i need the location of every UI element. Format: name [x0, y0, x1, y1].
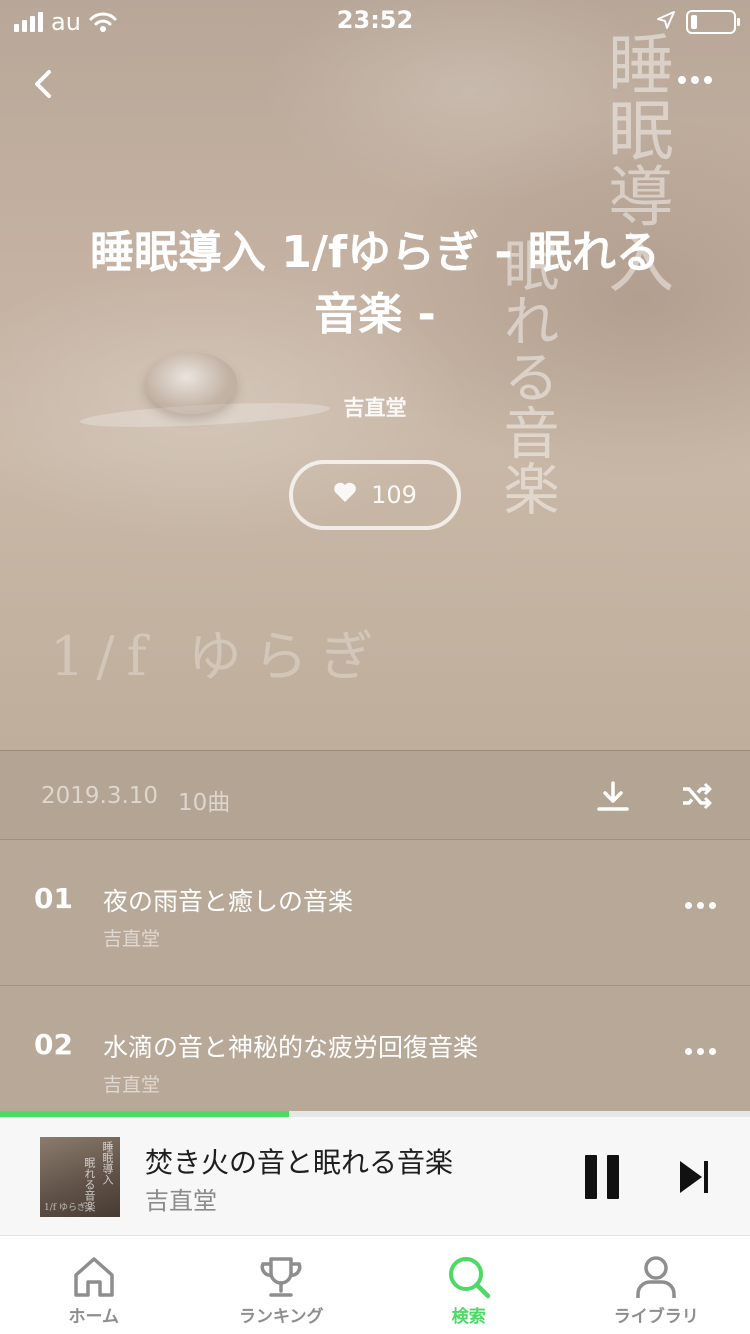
now-playing-artist: 吉直堂 [145, 1187, 217, 1215]
heart-icon [333, 481, 357, 509]
track-row[interactable]: 01 夜の雨音と癒しの音楽 吉直堂 [0, 840, 750, 986]
artwork-text-1: 睡眠導入 [101, 1141, 114, 1185]
next-track-button[interactable] [678, 1159, 710, 1195]
album-meta-row: 2019.3.10 10曲 [0, 750, 750, 840]
skip-next-icon [680, 1161, 708, 1193]
back-button[interactable] [22, 62, 66, 106]
tab-search[interactable]: 検索 [375, 1236, 563, 1334]
release-date: 2019.3.10 [41, 783, 159, 809]
track-list: 01 夜の雨音と癒しの音楽 吉直堂 02 水滴の音と神秘的な疲労回復音楽 吉直堂 [0, 840, 750, 1132]
like-count: 109 [371, 481, 417, 509]
now-playing-artwork: 睡眠導入 眠れる音楽 1/f ゆらぎ [40, 1137, 120, 1217]
track-number: 02 [34, 1028, 73, 1061]
artwork-small-text: 1/f ゆらぎ [44, 1203, 86, 1213]
track-more-button[interactable] [685, 1048, 716, 1055]
track-title: 夜の雨音と癒しの音楽 [103, 887, 354, 916]
download-button[interactable] [596, 779, 630, 813]
shuffle-icon [683, 782, 712, 810]
person-icon [636, 1256, 676, 1298]
tab-bar: ホーム ランキング 検索 ライブラリ [0, 1235, 750, 1334]
home-icon [74, 1257, 114, 1297]
tab-label: ランキング [239, 1307, 324, 1327]
track-artist: 吉直堂 [103, 928, 161, 950]
album-artist[interactable]: 吉直堂 [0, 392, 750, 422]
album-title: 睡眠導入 1/fゆらぎ - 眠れる音楽 - [89, 227, 661, 340]
now-playing-title: 焚き火の音と眠れる音楽 [145, 1146, 454, 1179]
chevron-left-icon [35, 70, 51, 98]
track-number: 01 [34, 882, 73, 915]
status-bar: au 23:52 [0, 0, 750, 40]
search-icon [448, 1257, 490, 1299]
track-artist: 吉直堂 [103, 1074, 161, 1096]
battery-icon [686, 10, 740, 34]
location-icon [656, 8, 676, 36]
download-icon [597, 781, 629, 811]
tab-label: 検索 [451, 1307, 486, 1327]
tab-label: ライブラリ [613, 1307, 699, 1327]
tab-ranking[interactable]: ランキング [188, 1236, 376, 1334]
track-title: 水滴の音と神秘的な疲労回復音楽 [103, 1033, 479, 1062]
album-cover-background: 睡眠導入 眠れる音楽 1/f ゆらぎ [0, 0, 750, 750]
track-count: 10曲 [178, 790, 231, 816]
mini-player[interactable]: 睡眠導入 眠れる音楽 1/f ゆらぎ 焚き火の音と眠れる音楽 吉直堂 [0, 1117, 750, 1235]
more-options-button[interactable] [678, 70, 718, 90]
tab-home[interactable]: ホーム [0, 1236, 188, 1334]
cover-small-text: 1/f ゆらぎ [50, 625, 386, 688]
status-right [656, 8, 740, 36]
tab-library[interactable]: ライブラリ [563, 1236, 750, 1334]
shuffle-button[interactable] [680, 779, 714, 813]
trophy-icon [260, 1257, 302, 1297]
track-more-button[interactable] [685, 902, 716, 909]
tab-label: ホーム [68, 1307, 120, 1327]
status-time: 23:52 [336, 6, 414, 34]
pause-button[interactable] [585, 1155, 619, 1199]
like-button[interactable]: 109 [289, 460, 461, 530]
